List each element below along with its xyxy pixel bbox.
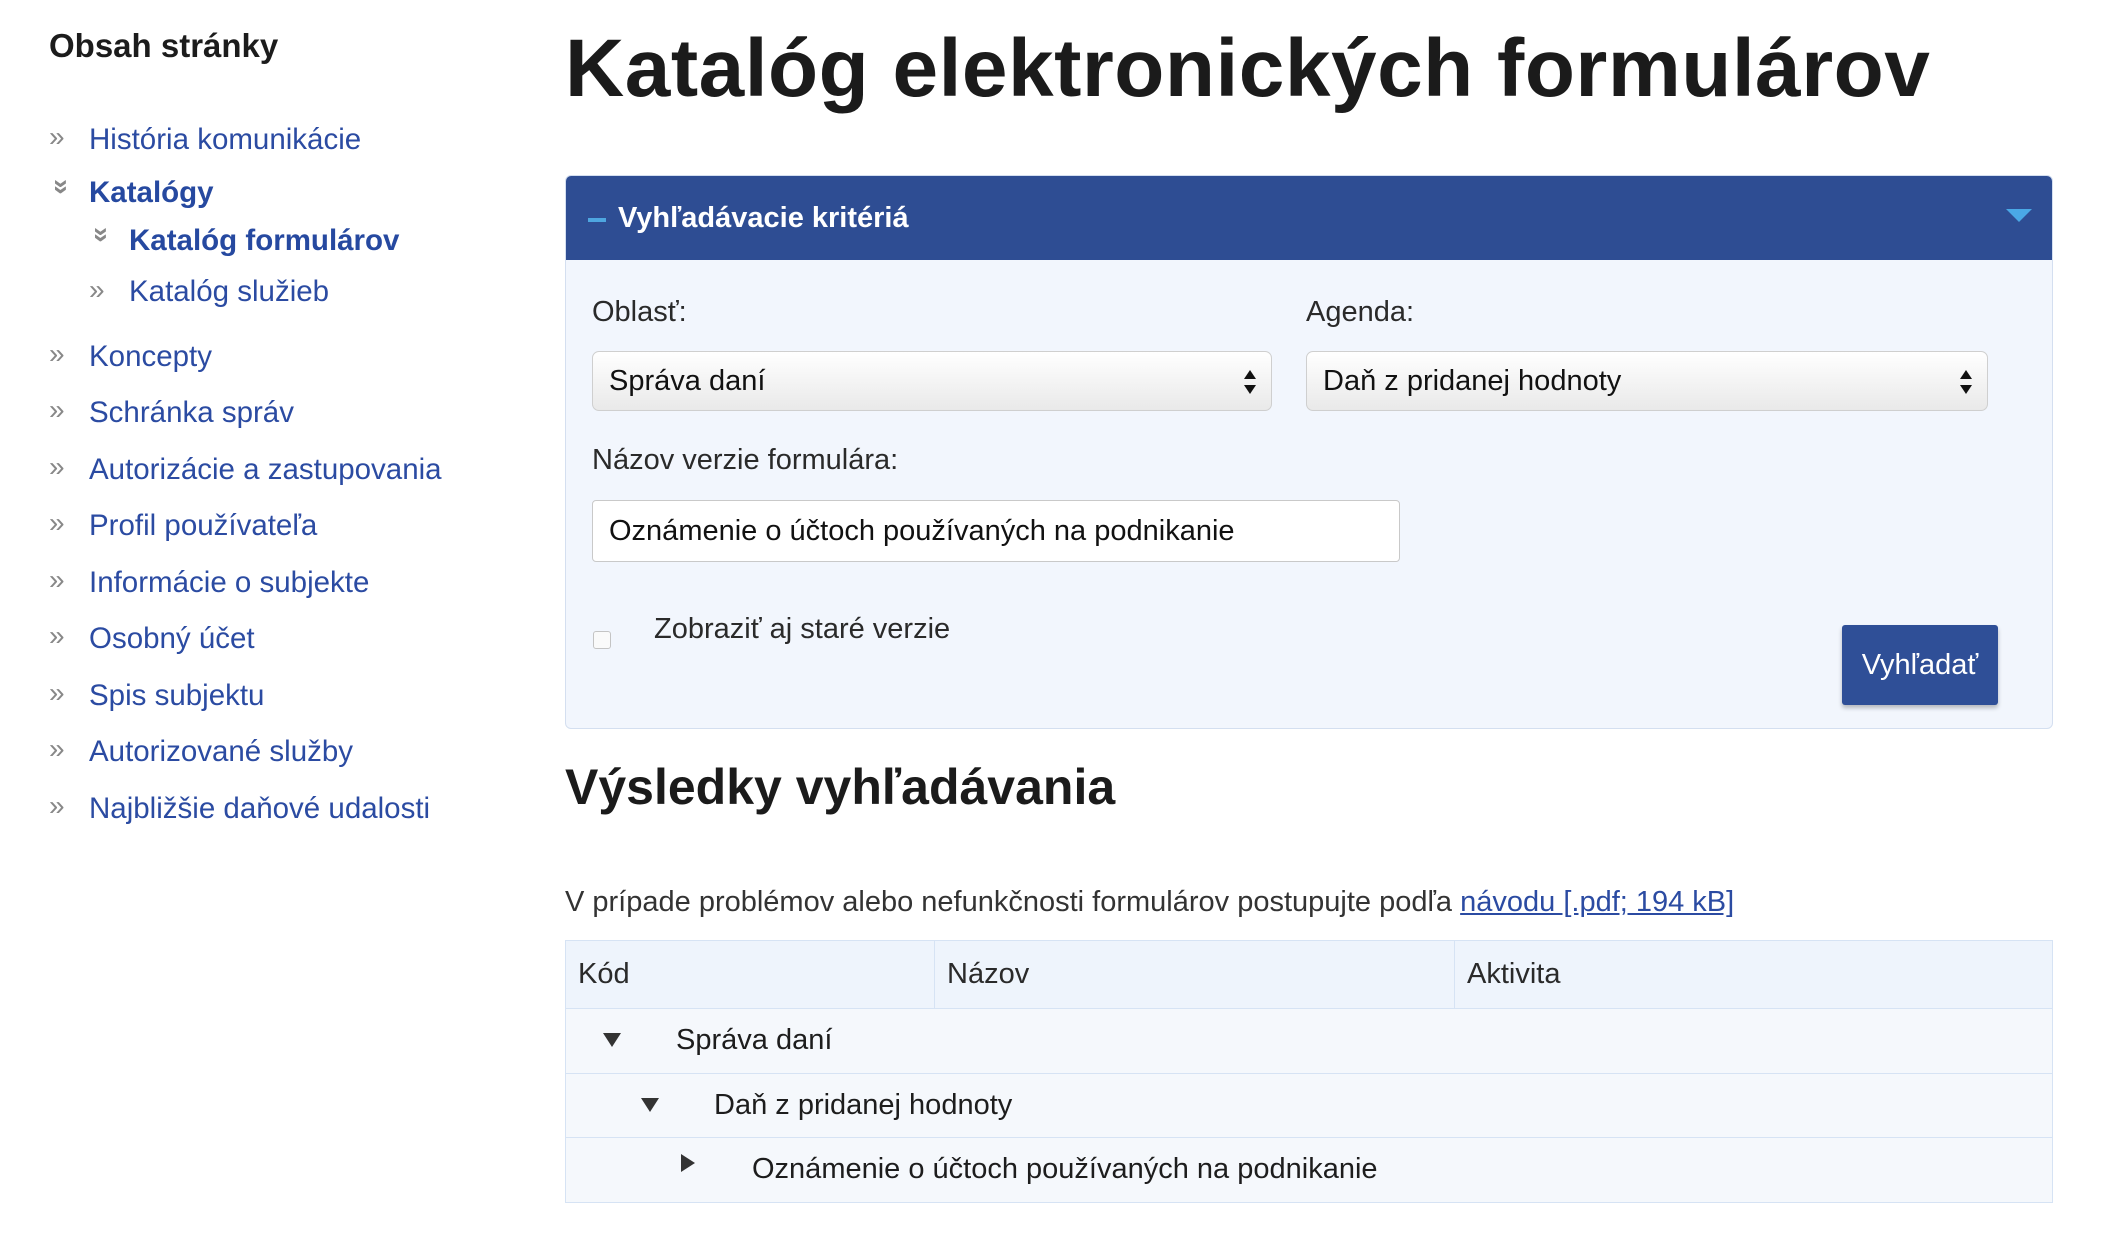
search-criteria-header[interactable]: Vyhľadávacie kritériá — [566, 176, 2052, 260]
sidebar-item-katalogy[interactable]: » Katalógy — [47, 169, 519, 217]
double-chevron-right-icon: » — [89, 273, 105, 305]
sidebar: Obsah stránky » História komunikácie » K… — [47, 22, 519, 838]
double-chevron-right-icon: » — [49, 620, 65, 651]
sidebar-item-schranka-sprav[interactable]: » Schránka správ — [49, 385, 519, 442]
sidebar-item-label: História komunikácie — [89, 123, 362, 156]
double-chevron-right-icon: » — [49, 676, 65, 708]
agenda-select-value: Daň z pridanej hodnoty — [1323, 365, 1622, 397]
sidebar-item-label: Katalóg služieb — [129, 274, 330, 308]
manual-pdf-link[interactable]: návodu [.pdf; 194 kB] — [1460, 886, 1734, 918]
sidebar-item-label: Osobný účet — [89, 622, 255, 655]
results-table: Kód Názov Aktivita Správa daní Daň z pri… — [565, 940, 2053, 1203]
search-criteria-title: Vyhľadávacie kritériá — [618, 201, 909, 234]
expanded-triangle-icon[interactable] — [603, 1033, 621, 1047]
sidebar-item-koncepty[interactable]: » Koncepty — [49, 329, 519, 386]
sidebar-item-katalog-sluzieb[interactable]: » Katalóg služieb — [89, 265, 519, 319]
tree-row-oznamenie[interactable]: Oznámenie o účtoch používaných na podnik… — [566, 1138, 2052, 1202]
select-updown-icon — [1960, 370, 1972, 394]
sidebar-item-label: Katalógy — [89, 175, 214, 209]
tree-row-dph[interactable]: Daň z pridanej hodnoty — [566, 1073, 2052, 1138]
sidebar-item-label: Autorizované služby — [89, 735, 354, 768]
column-header-kod[interactable]: Kód — [566, 941, 935, 1008]
sidebar-item-najblizsie-udalosti[interactable]: » Najbližšie daňové udalosti — [49, 781, 519, 838]
sidebar-item-label: Koncepty — [89, 339, 212, 373]
expanded-triangle-icon[interactable] — [641, 1097, 659, 1112]
sidebar-item-label: Informácie o subjekte — [89, 565, 370, 599]
area-select[interactable]: Správa daní — [592, 351, 1272, 411]
double-chevron-right-icon: » — [49, 337, 65, 369]
results-hint: V prípade problémov alebo nefunkčnosti f… — [565, 886, 1734, 919]
double-chevron-right-icon: » — [49, 789, 65, 821]
double-chevron-down-icon: » — [87, 226, 118, 243]
search-button[interactable]: Vyhľadať — [1842, 625, 1998, 705]
results-title: Výsledky vyhľadávania — [565, 759, 1116, 815]
double-chevron-right-icon: » — [49, 563, 65, 595]
double-chevron-right-icon: » — [49, 394, 65, 425]
table-header: Kód Názov Aktivita — [566, 941, 2052, 1009]
sidebar-item-label: Autorizácie a zastupovania — [89, 452, 442, 486]
select-updown-icon — [1244, 370, 1256, 394]
agenda-select[interactable]: Daň z pridanej hodnoty — [1306, 351, 1988, 411]
sidebar-title: Obsah stránky — [49, 27, 279, 64]
sidebar-item-informacie-o-subjekte[interactable]: » Informácie o subjekte — [49, 555, 519, 612]
sidebar-item-label: Katalóg formulárov — [129, 223, 400, 257]
chevron-down-icon[interactable] — [2006, 209, 2032, 222]
old-versions-label: Zobraziť aj staré verzie — [654, 613, 951, 645]
tree-row-label: Oznámenie o účtoch používaných na podnik… — [752, 1153, 1378, 1185]
sidebar-item-label: Najbližšie daňové udalosti — [89, 791, 431, 825]
page-title: Katalóg elektronických formulárov — [565, 23, 1931, 114]
sidebar-item-label: Spis subjektu — [89, 678, 265, 712]
results-hint-text: V prípade problémov alebo nefunkčnosti f… — [565, 886, 1461, 918]
sidebar-item-autorizacie[interactable]: » Autorizácie a zastupovania — [49, 442, 519, 499]
double-chevron-right-icon: » — [49, 507, 65, 538]
area-label: Oblasť: — [592, 296, 687, 328]
column-header-aktivita[interactable]: Aktivita — [1455, 941, 2051, 1008]
old-versions-checkbox[interactable] — [593, 631, 611, 649]
agenda-label: Agenda: — [1306, 296, 1415, 328]
tree-row-sprava-dani[interactable]: Správa daní — [566, 1009, 2052, 1074]
double-chevron-right-icon: » — [49, 450, 65, 482]
form-name-input[interactable]: Oznámenie o účtoch používaných na podnik… — [592, 500, 1400, 562]
search-criteria-panel: Vyhľadávacie kritériá Oblasť: Správa dan… — [565, 175, 2053, 729]
double-chevron-down-icon: » — [47, 178, 78, 195]
sidebar-item-historia-komunikacie[interactable]: » História komunikácie — [49, 112, 519, 169]
sidebar-item-spis-subjektu[interactable]: » Spis subjektu — [49, 668, 519, 725]
sidebar-item-label: Profil používateľa — [89, 509, 318, 542]
tree-row-label: Správa daní — [676, 1024, 833, 1056]
sidebar-item-katalog-formularov[interactable]: » Katalóg formulárov — [87, 217, 519, 265]
sidebar-item-osobny-ucet[interactable]: » Osobný účet — [49, 611, 519, 668]
sidebar-item-label: Schránka správ — [89, 396, 294, 429]
collapsed-triangle-icon[interactable] — [681, 1154, 695, 1172]
column-header-nazov[interactable]: Názov — [935, 941, 1455, 1008]
minus-icon — [588, 218, 606, 222]
tree-row-label: Daň z pridanej hodnoty — [714, 1088, 1013, 1121]
double-chevron-right-icon: » — [49, 733, 65, 764]
form-name-label: Názov verzie formulára: — [592, 444, 899, 476]
sidebar-subnav: » Katalóg formulárov » Katalóg služieb — [49, 217, 519, 319]
sidebar-item-profil-pouzivatela[interactable]: » Profil používateľa — [49, 498, 519, 555]
sidebar-subnav-wrapper: » Katalóg formulárov » Katalóg služieb — [49, 217, 519, 319]
sidebar-nav: » História komunikácie » Katalógy » Kata… — [47, 112, 519, 838]
area-select-value: Správa daní — [609, 365, 766, 397]
sidebar-item-autorizovane-sluzby[interactable]: » Autorizované služby — [49, 724, 519, 781]
double-chevron-right-icon: » — [49, 121, 65, 152]
